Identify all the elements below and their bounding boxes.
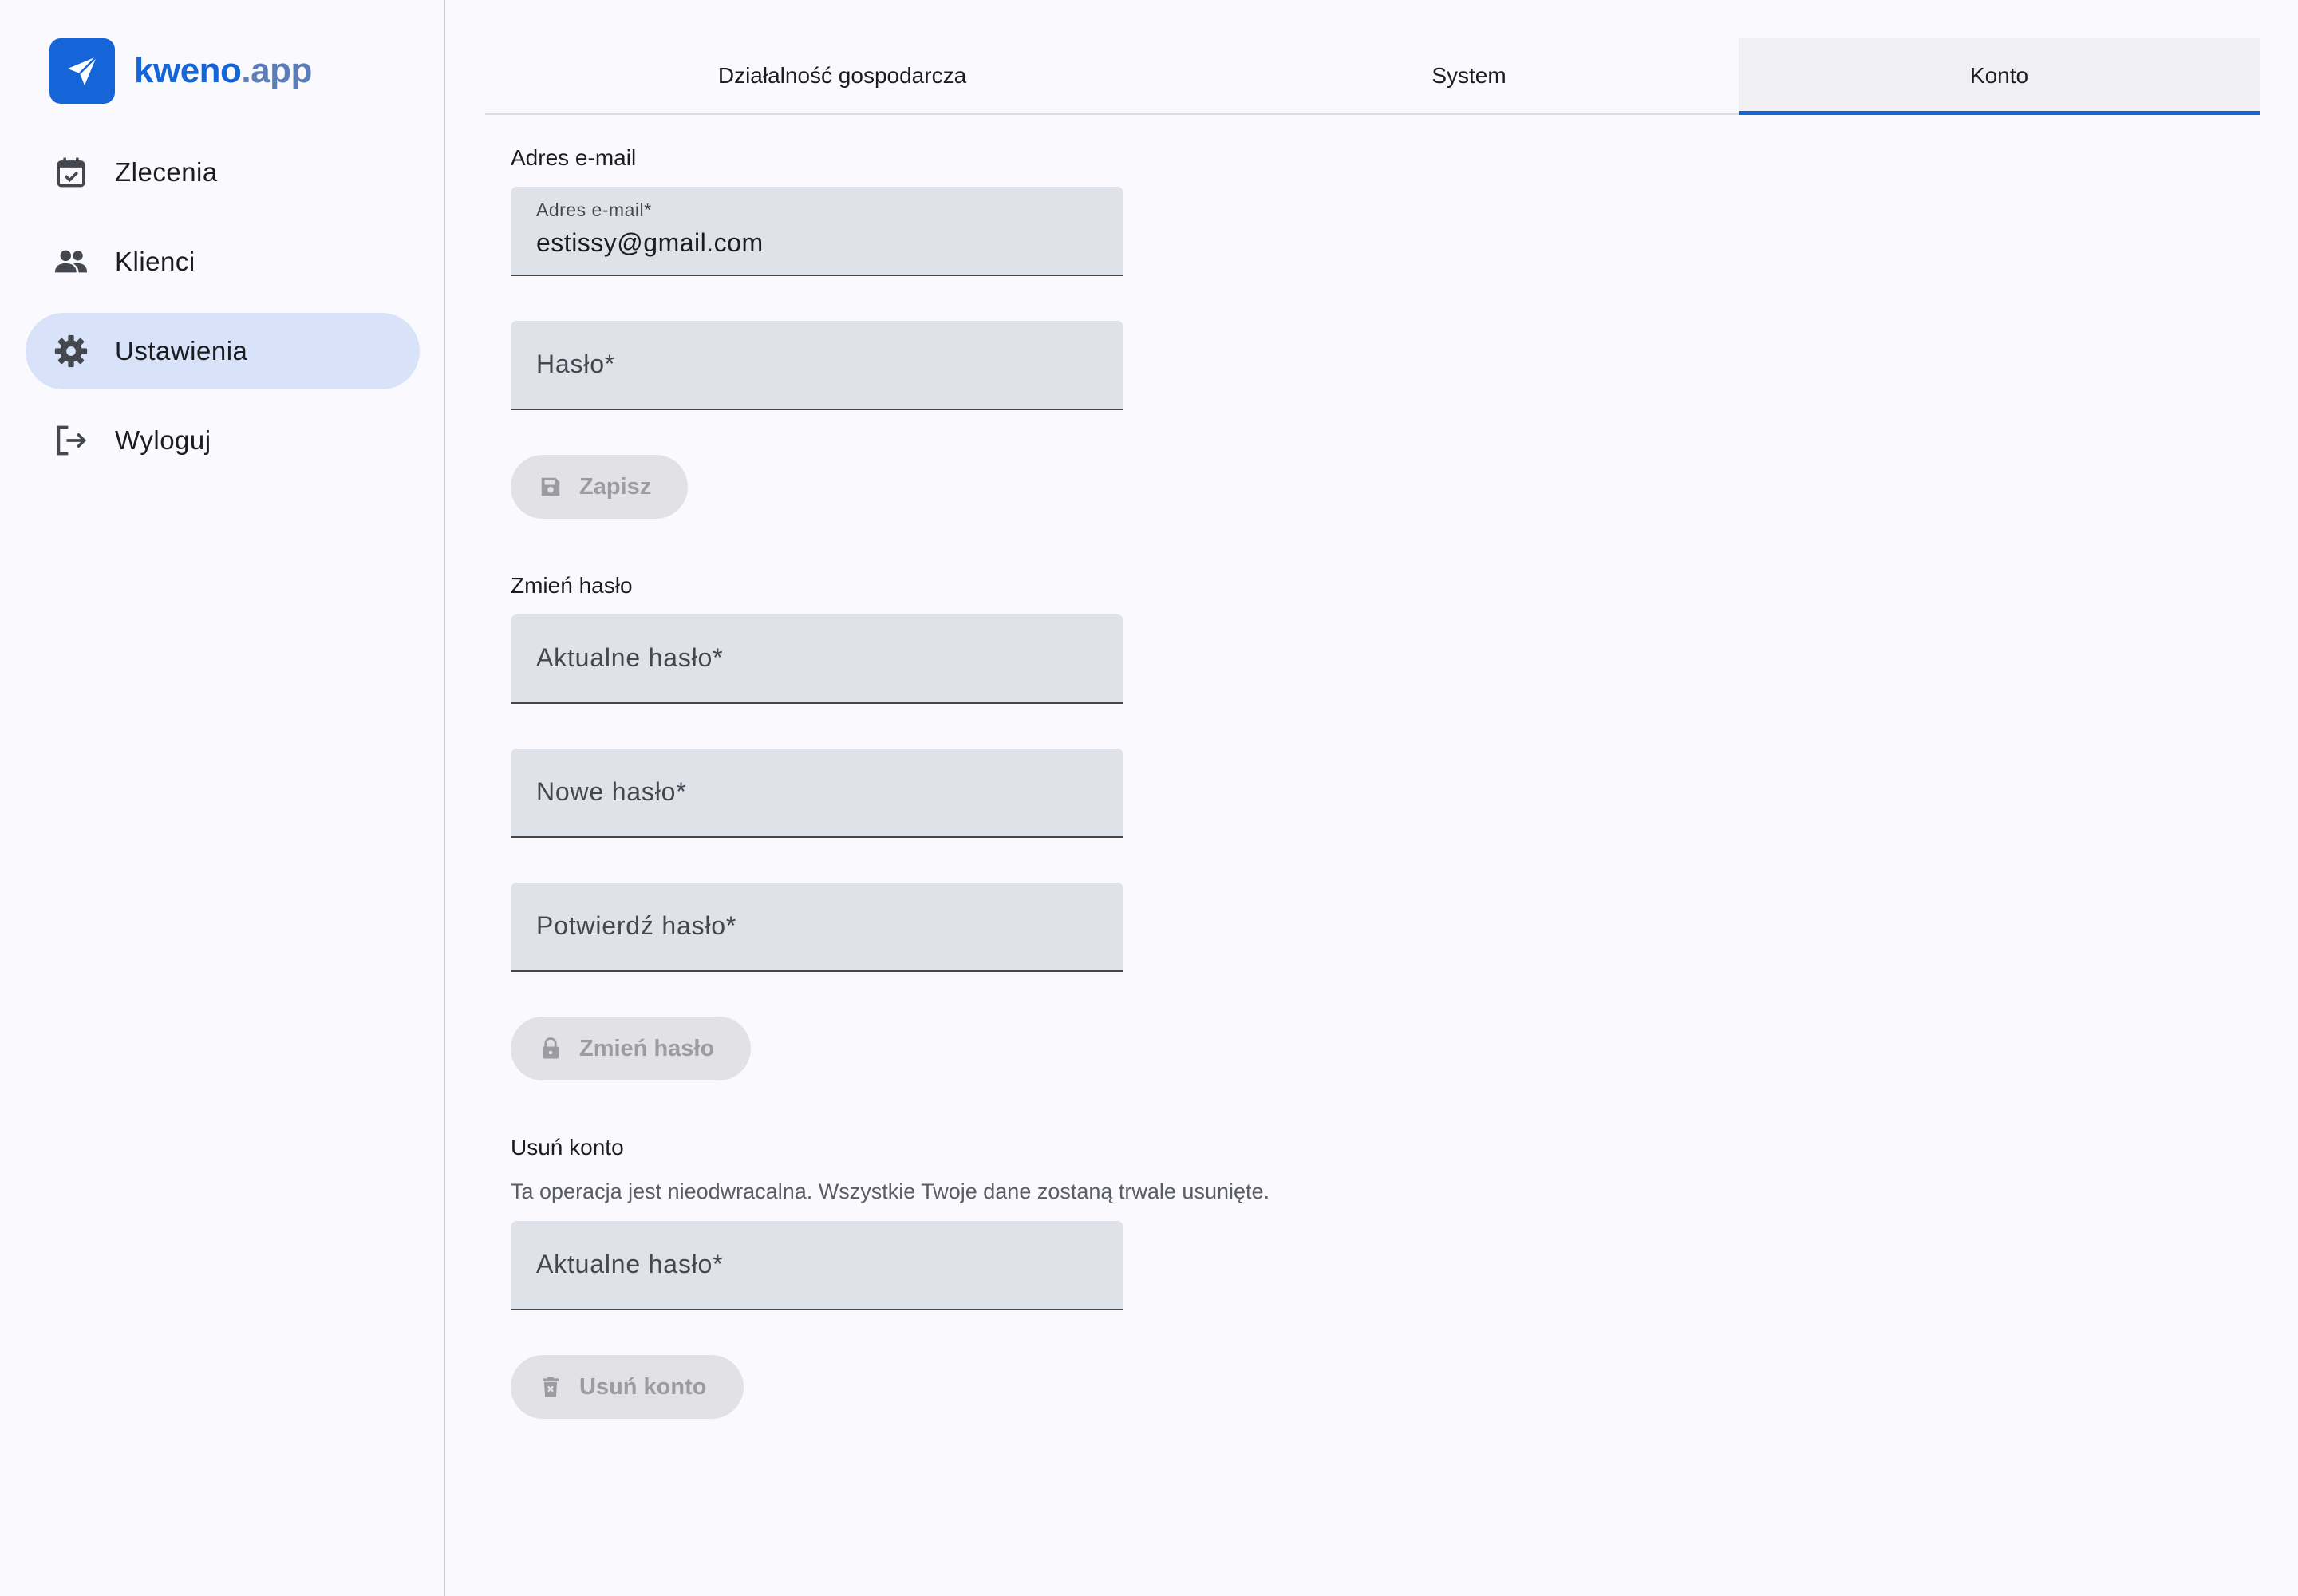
- sidebar-nav: Zlecenia Klienci Ustawienia Wyloguj: [26, 134, 420, 492]
- sidebar-item-wyloguj[interactable]: Wyloguj: [26, 402, 420, 479]
- delete-account-button[interactable]: Usuń konto: [511, 1355, 744, 1419]
- main-content: Działalność gospodarcza System Konto Adr…: [447, 0, 2298, 1596]
- new-password-field-label: Nowe hasło*: [536, 777, 687, 806]
- sidebar-item-label: Ustawienia: [115, 336, 248, 365]
- sidebar-item-ustawienia[interactable]: Ustawienia: [26, 313, 420, 389]
- change-password-button[interactable]: Zmień hasło: [511, 1017, 752, 1080]
- save-button-label: Zapisz: [579, 473, 652, 500]
- sidebar-item-zlecenia[interactable]: Zlecenia: [26, 134, 420, 211]
- calendar-check-icon: [53, 154, 89, 191]
- people-icon: [53, 243, 89, 280]
- sidebar: kweno.app Zlecenia Klienci Ustawienia Wy…: [0, 0, 445, 1596]
- gear-icon: [53, 333, 89, 369]
- paper-plane-icon: [49, 38, 115, 104]
- tab-system[interactable]: System: [1199, 38, 1739, 113]
- delete-account-description: Ta operacja jest nieodwracalna. Wszystki…: [511, 1179, 1270, 1203]
- email-field-label: Adres e-mail*: [536, 200, 652, 220]
- change-password-button-label: Zmień hasło: [579, 1035, 715, 1061]
- tab-dzialalnosc-gospodarcza[interactable]: Działalność gospodarcza: [485, 38, 1199, 113]
- delete-current-password-field-label: Aktualne hasło*: [536, 1250, 724, 1278]
- sidebar-item-label: Zlecenia: [115, 157, 218, 187]
- settings-tabs: Działalność gospodarcza System Konto: [485, 38, 2260, 115]
- sidebar-item-label: Wyloguj: [115, 425, 211, 455]
- confirm-password-field[interactable]: Potwierdź hasło*: [511, 883, 1123, 972]
- email-field-value: estissy@gmail.com: [536, 228, 764, 257]
- save-button[interactable]: Zapisz: [511, 455, 689, 519]
- lock-icon: [538, 1036, 563, 1061]
- current-password-field[interactable]: Aktualne hasło*: [511, 614, 1123, 704]
- sidebar-item-klienci[interactable]: Klienci: [26, 223, 420, 300]
- password-field-label: Hasło*: [536, 350, 616, 378]
- change-password-section-title: Zmień hasło: [511, 573, 633, 598]
- logo-text: kweno.app: [134, 51, 312, 90]
- delete-account-button-label: Usuń konto: [579, 1373, 707, 1400]
- tab-konto[interactable]: Konto: [1739, 38, 2260, 115]
- delete-account-section-title: Usuń konto: [511, 1135, 624, 1159]
- save-icon: [538, 474, 563, 500]
- logout-icon: [53, 422, 89, 459]
- new-password-field[interactable]: Nowe hasło*: [511, 749, 1123, 838]
- trash-icon: [538, 1374, 563, 1400]
- delete-current-password-field[interactable]: Aktualne hasło*: [511, 1221, 1123, 1310]
- email-section-title: Adres e-mail: [511, 145, 637, 170]
- email-field[interactable]: Adres e-mail* estissy@gmail.com: [511, 187, 1123, 276]
- current-password-field-label: Aktualne hasło*: [536, 643, 724, 672]
- app-logo[interactable]: kweno.app: [49, 38, 312, 104]
- confirm-password-field-label: Potwierdź hasło*: [536, 911, 737, 940]
- sidebar-item-label: Klienci: [115, 247, 195, 276]
- password-field[interactable]: Hasło*: [511, 321, 1123, 410]
